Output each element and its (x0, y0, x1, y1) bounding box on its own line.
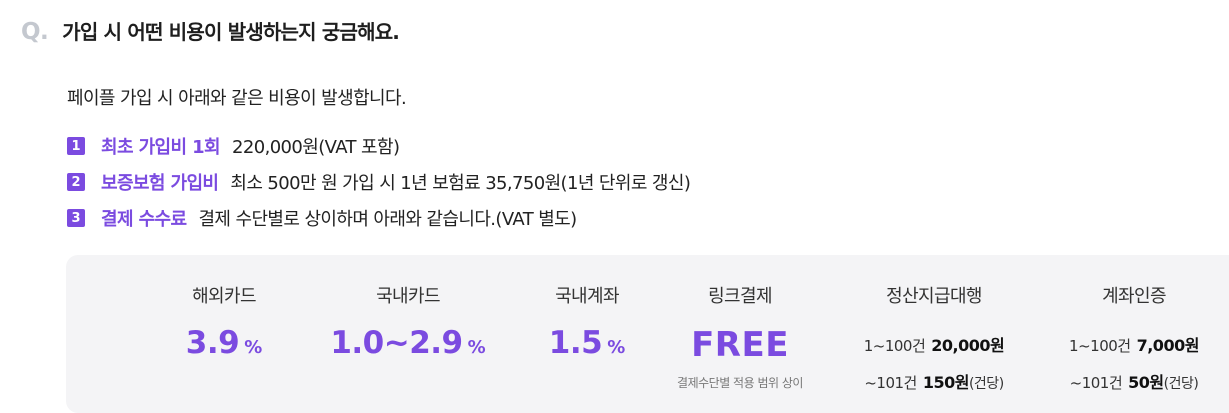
fee-rate-value: 1.5 (548, 325, 603, 361)
tier-range: 1~100건 (863, 337, 926, 355)
fee-rate-unit: % (244, 337, 263, 358)
fee-tier-1: 1~100건 7,000원 (1044, 332, 1224, 356)
cost-item-label: 최초 가입비 1회 (101, 137, 221, 158)
fee-col-title: 정산지급대행 (886, 286, 982, 307)
fee-rate-unit: % (607, 337, 626, 358)
fee-rate: 1.5% (522, 325, 652, 361)
fee-rate-value: 3.9 (185, 325, 240, 361)
answer-intro: 페이플 가입 시 아래와 같은 비용이 발생합니다. (67, 88, 407, 109)
fee-tier-1: 1~100건 20,000원 (844, 332, 1024, 356)
tier-price: 150원 (922, 373, 970, 392)
fee-tier-2: ~101건 50원(건당) (1044, 369, 1224, 393)
cost-item-signup-fee: 1 최초 가입비 1회 220,000원(VAT 포함) (67, 128, 690, 164)
tier-unit: (건당) (968, 376, 1004, 392)
fee-col-title: 계좌인증 (1102, 286, 1166, 307)
cost-item-desc: 220,000원(VAT 포함) (232, 137, 400, 158)
tier-unit: (건당) (1163, 376, 1199, 392)
cost-item-desc: 결제 수단별로 상이하며 아래와 같습니다.(VAT 별도) (198, 209, 577, 230)
fee-rate-value: 1.0~2.9 (330, 325, 463, 361)
fee-col-title: 링크결제 (708, 286, 772, 307)
number-badge-2: 2 (67, 173, 85, 191)
cost-item-label: 결제 수수료 (101, 209, 187, 230)
cost-list: 1 최초 가입비 1회 220,000원(VAT 포함) 2 보증보험 가입비 … (67, 128, 691, 236)
fee-rate: FREE (660, 325, 820, 365)
tier-price: 7,000원 (1136, 336, 1200, 355)
question-mark-label: Q. (21, 19, 49, 45)
fee-rate-value: FREE (691, 325, 789, 365)
fee-rate: 3.9% (154, 325, 294, 361)
cost-item-desc: 최소 500만 원 가입 시 1년 보험료 35,750원(1년 단위로 갱신) (230, 173, 691, 194)
tier-price: 20,000원 (931, 336, 1005, 355)
fee-note: 결제수단별 적용 범위 상이 (677, 376, 803, 390)
faq-question: Q. 가입 시 어떤 비용이 발생하는지 궁금해요. (21, 16, 400, 45)
fee-tier-2: ~101건 150원(건당) (844, 369, 1024, 393)
question-title: 가입 시 어떤 비용이 발생하는지 궁금해요. (62, 20, 400, 44)
tier-range: ~101건 (1069, 374, 1123, 392)
cost-item-payment-fee: 3 결제 수수료 결제 수단별로 상이하며 아래와 같습니다.(VAT 별도) (67, 200, 690, 236)
fee-col-title: 국내계좌 (555, 286, 619, 307)
tier-range: ~101건 (864, 374, 917, 392)
cost-item-label: 보증보험 가입비 (101, 173, 219, 194)
fee-col-title: 해외카드 (192, 286, 256, 307)
fee-table: 해외카드 3.9% 국내카드 1.0~2.9% 국내계좌 1.5% 링크결제 F… (66, 255, 1229, 413)
fee-rate: 1.0~2.9% (328, 325, 488, 361)
tier-price: 50원 (1128, 373, 1164, 392)
fee-col-title: 국내카드 (376, 286, 440, 307)
cost-item-guarantee-insurance: 2 보증보험 가입비 최소 500만 원 가입 시 1년 보험료 35,750원… (67, 164, 691, 200)
number-badge-1: 1 (67, 137, 85, 155)
fee-rate-unit: % (467, 337, 486, 358)
tier-range: 1~100건 (1069, 337, 1131, 355)
number-badge-3: 3 (67, 209, 85, 227)
